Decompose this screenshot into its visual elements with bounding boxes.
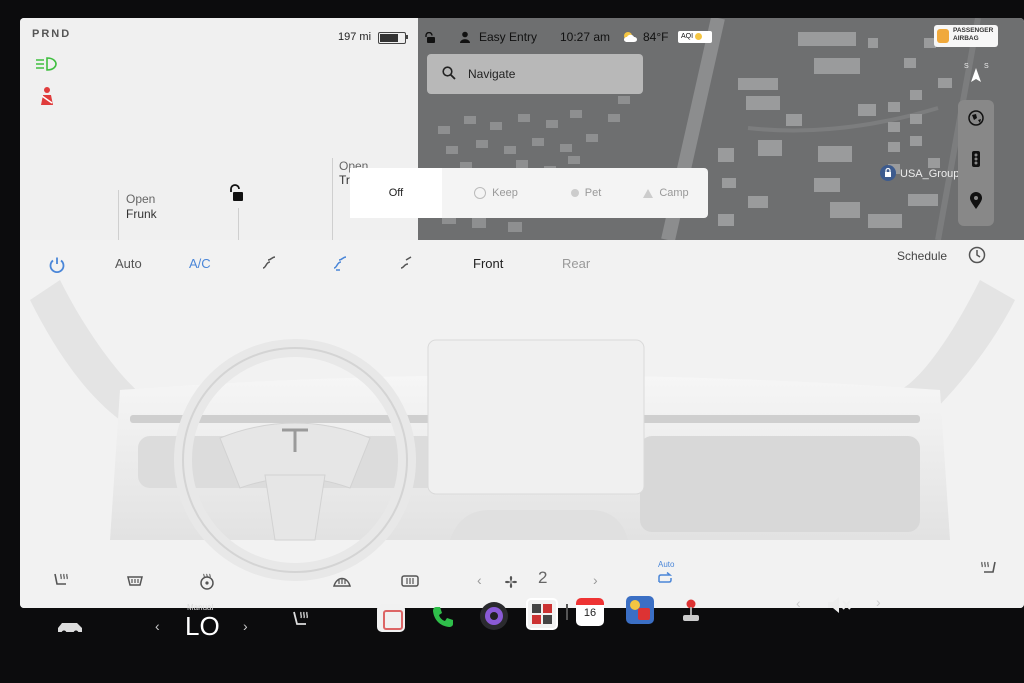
search-icon [442, 66, 456, 85]
driver-profile-name[interactable]: Easy Entry [479, 30, 537, 44]
calendar-day: 16 [583, 607, 597, 619]
poi-lock-icon [880, 165, 896, 181]
schedule-button[interactable]: Schedule [897, 249, 947, 263]
aqi-badge: AQI [678, 31, 712, 43]
fan-speed-value: 2 [538, 568, 548, 587]
airbag-icon [937, 29, 949, 43]
calendar-app-icon[interactable]: 16 [576, 598, 604, 626]
partly-cloudy-icon [622, 30, 640, 48]
temp-up-chevron-icon[interactable]: › [243, 618, 248, 634]
battery-tip [406, 35, 408, 39]
touchscreen: PRND 197 mi Open Frunk Open Tr Easy Entr… [20, 18, 1024, 608]
airflow-face-feet-icon[interactable] [331, 254, 349, 277]
unlock-icon[interactable] [227, 184, 247, 209]
lock-icon[interactable] [424, 31, 436, 49]
joystick-icon[interactable] [680, 598, 702, 629]
frunk-control[interactable]: Open Frunk [118, 190, 239, 240]
climate-keep-selector: Off Keep Pet Camp [350, 168, 708, 218]
phone-icon[interactable] [430, 604, 456, 635]
dog-mode-option[interactable]: Pet [540, 168, 632, 218]
svg-text:S: S [984, 63, 989, 70]
map-status-bar: Easy Entry 10:27 am 84°F AQI PASSENGER AI… [418, 18, 1024, 52]
frunk-name: Frunk [126, 207, 157, 221]
climate-toolbar: Auto A/C Front Rear Schedule [20, 240, 1024, 290]
climate-off-option[interactable]: Off [350, 168, 442, 218]
climate-auto-button[interactable]: Auto [115, 256, 142, 271]
navigate-search-box[interactable]: Navigate [427, 54, 643, 94]
tent-icon [643, 188, 654, 198]
range-readout: 197 mi [338, 31, 372, 43]
cabin-illustration [30, 280, 1015, 581]
taskbar: ‹ Manual LO › 16 ‹ › [0, 590, 1024, 683]
globe-icon[interactable] [968, 110, 984, 131]
camp-label: Camp [659, 187, 689, 199]
outside-temperature: 84°F [643, 30, 669, 44]
fan-icon [474, 187, 487, 200]
car-icon[interactable] [56, 620, 84, 641]
navigate-placeholder: Navigate [468, 67, 516, 81]
paw-icon [570, 189, 579, 198]
poi-label: USA_Group [900, 168, 960, 180]
trunk-name: Tr [339, 173, 350, 187]
toybox-app-icon[interactable] [377, 604, 405, 632]
fan-decrease-chevron-icon[interactable]: ‹ [477, 572, 482, 588]
apps-launcher-icon[interactable] [526, 598, 558, 630]
volume-down-chevron-icon[interactable]: ‹ [796, 595, 801, 611]
aqi-label: AQI [681, 33, 694, 40]
ac-button[interactable]: A/C [189, 256, 211, 271]
headlight-icon [34, 56, 58, 77]
passenger-seat-heater-icon[interactable] [978, 560, 998, 583]
frunk-open-label: Open [126, 192, 156, 206]
front-zone-tab[interactable]: Front [473, 256, 503, 271]
aqi-leaf-icon [695, 32, 703, 40]
map-controls [958, 100, 994, 226]
rear-zone-tab[interactable]: Rear [562, 256, 590, 271]
games-app-icon[interactable] [626, 596, 654, 624]
car-divider [238, 208, 239, 240]
climate-panel: Auto A/C Front Rear Schedule ‹ 2 › Auto [20, 240, 1024, 608]
battery-icon [378, 32, 406, 44]
seatbelt-warning-icon [37, 86, 57, 111]
gear-indicator: PRND [32, 28, 72, 40]
camera-app-icon[interactable] [480, 602, 508, 630]
climate-keep-option[interactable]: Keep [450, 168, 542, 218]
clock-icon[interactable] [968, 246, 986, 269]
keep-label: Keep [492, 187, 518, 199]
airbag-line2: AIRBAG [953, 35, 979, 42]
cabin-temperature[interactable]: LO [185, 611, 220, 642]
compass[interactable]: S S [958, 56, 994, 94]
recirculation-auto-label: Auto [658, 560, 675, 569]
taskbar-divider [566, 604, 568, 620]
fan-increase-chevron-icon[interactable]: › [593, 572, 598, 588]
airbag-line1: PASSENGER [953, 27, 994, 34]
airflow-feet-icon[interactable] [398, 254, 416, 277]
pet-label: Pet [584, 187, 602, 199]
location-pin-icon[interactable] [968, 192, 984, 215]
power-icon[interactable] [48, 256, 66, 279]
clock: 10:27 am [560, 30, 611, 44]
airflow-face-icon[interactable] [260, 254, 278, 277]
traffic-light-icon[interactable] [968, 150, 984, 173]
seat-heater-icon[interactable] [291, 610, 313, 635]
volume-up-chevron-icon[interactable]: › [876, 594, 881, 610]
volume-mute-icon[interactable] [826, 596, 852, 619]
svg-text:S: S [964, 63, 969, 70]
driver-profile-icon[interactable] [459, 30, 471, 48]
camp-mode-option[interactable]: Camp [620, 168, 712, 218]
passenger-airbag-indicator: PASSENGER AIRBAG [934, 25, 998, 47]
temp-down-chevron-icon[interactable]: ‹ [155, 618, 160, 634]
